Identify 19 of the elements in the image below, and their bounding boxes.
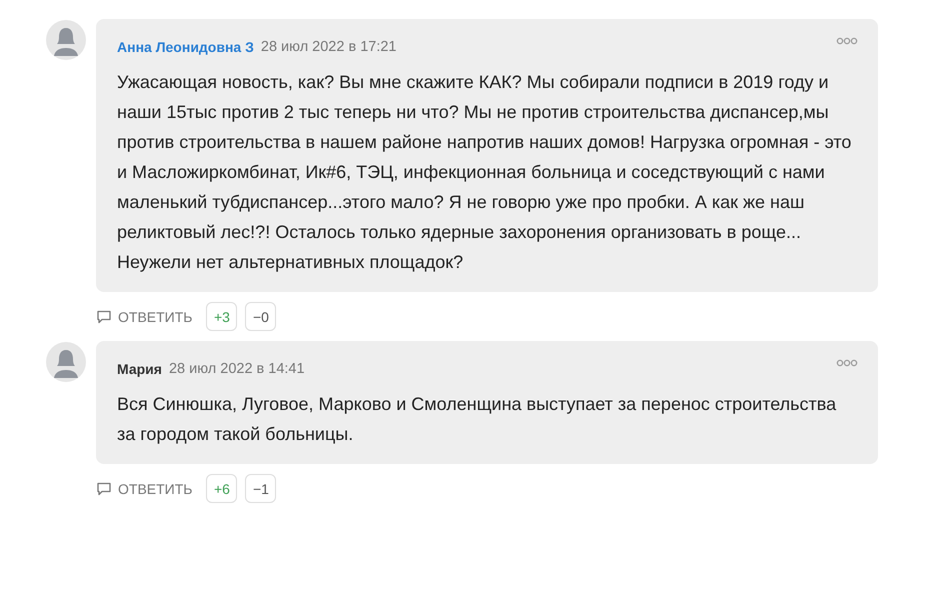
- avatar-icon: [46, 342, 86, 382]
- more-icon[interactable]: [836, 37, 858, 45]
- avatar-icon: [46, 20, 86, 60]
- comment-date: 28 июл 2022 в 14:41: [168, 361, 305, 377]
- comment-text: Неужели нет альтернативных площадок?: [117, 251, 464, 274]
- comment-icon: [96, 480, 112, 496]
- upvote-button[interactable]: +6: [206, 474, 238, 503]
- reply-button[interactable]: ОТВЕТИТЬ: [96, 480, 192, 496]
- comment-date: 28 июл 2022 в 17:21: [260, 39, 396, 55]
- downvote-button[interactable]: −0: [245, 302, 276, 331]
- upvote-button[interactable]: +3: [206, 302, 238, 331]
- more-icon[interactable]: [836, 359, 858, 367]
- comment-icon: [96, 308, 112, 324]
- downvote-button[interactable]: −1: [245, 474, 276, 503]
- comment-text: Ужасающая новость, как? Вы мне скажите КАК? Мы собирали подписи в 2019 году и наши 15тыс против 2 тыс теперь ни что? Мы не против строительства диспансер,мы против строительства в нашем районе напротив наших домов! Нагрузка огромная - это и Масложиркомбинат, Ик#6, ТЭЦ, инфекционная больница и соседствующий с нами маленький тубдиспансер...этого мало? Я не говорю уже про пробки. А как же наш реликтовый лес!?! Осталось только ядерные захоронения организовать в роще...: [117, 71, 852, 244]
- author-name[interactable]: Анна Леонидовна З: [117, 39, 254, 55]
- comment-text: Вся Синюшка, Луговое, Марково и Смоленщина выступает за перенос строительства за городом такой больницы.: [117, 393, 838, 446]
- author-name[interactable]: Мария: [117, 361, 162, 377]
- reply-button[interactable]: ОТВЕТИТЬ: [96, 308, 192, 324]
